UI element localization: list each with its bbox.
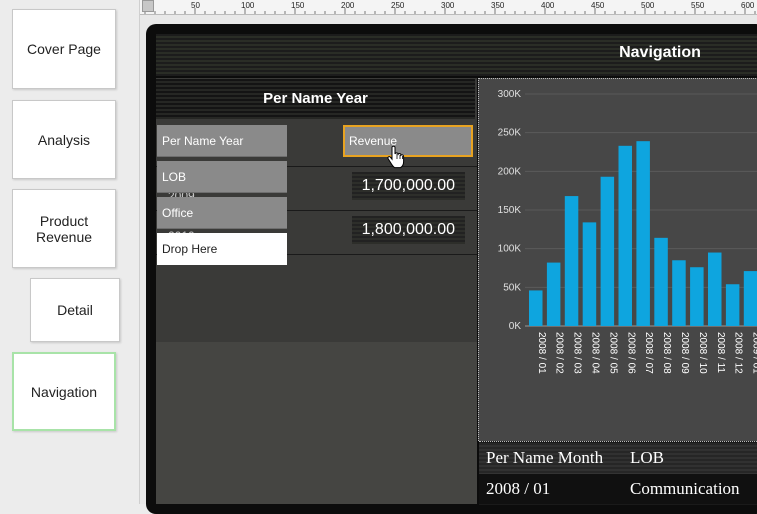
ruler-label: 400 [541, 1, 555, 10]
page-thumb-label: Navigation [30, 383, 98, 400]
page-thumb-detail[interactable]: Detail [30, 278, 120, 342]
x-tick-label: 2008 / 11 [715, 332, 726, 373]
ruler-label: 300 [441, 1, 455, 10]
ruler-label: 550 [691, 1, 705, 10]
page-thumb-navigation[interactable]: Navigation [12, 352, 116, 431]
chart-bar[interactable] [618, 145, 633, 326]
y-tick-label: 50K [503, 282, 521, 293]
x-tick-label: 2008 / 03 [572, 332, 583, 374]
x-tick-label: 2008 / 05 [607, 332, 618, 374]
measure-field-revenue[interactable]: Revenue [343, 125, 473, 157]
chart-bar[interactable] [672, 260, 686, 326]
pivot-value-cell: 1,700,000.00 [352, 172, 465, 200]
ruler-label: 100 [241, 1, 255, 10]
page-thumb-label: Product Revenue [35, 212, 93, 245]
x-tick-label: 2008 / 12 [733, 332, 744, 374]
page-title: Navigation [619, 44, 701, 61]
pivot-title: Per Name Year [263, 90, 368, 107]
y-tick-label: 300K [498, 89, 522, 100]
page-thumb-label: Analysis [37, 131, 91, 148]
y-tick-label: 250K [498, 128, 522, 139]
x-tick-label: 2008 / 10 [697, 332, 708, 374]
table-cell: 2008 / 01 [486, 479, 551, 498]
ruler-label: 150 [291, 1, 305, 10]
horizontal-ruler: 50 100 150 200 250 300 350 400 450 500 550 600 [140, 0, 757, 15]
ruler-label: 200 [341, 1, 355, 10]
x-tick-label: 2009 / 01 [751, 332, 757, 374]
ruler-label: 500 [641, 1, 655, 10]
page-thumb-product-revenue[interactable]: Product Revenue [12, 189, 116, 268]
page-thumb-label: Detail [57, 302, 93, 318]
y-tick-label: 100K [498, 244, 522, 255]
x-tick-label: 2008 / 06 [625, 332, 636, 374]
ruler-ticks: 50 100 150 200 250 300 350 400 450 500 550 600 [144, 1, 756, 14]
chart-bar[interactable] [690, 267, 704, 326]
ruler-origin-marker [142, 0, 154, 12]
chart-bar[interactable] [546, 262, 561, 326]
detail-table: Per Name Month LOB 2008 / 01 Communicati… [479, 441, 757, 505]
chart-bar[interactable] [725, 284, 740, 326]
x-tick-label: 2008 / 07 [643, 332, 654, 374]
ruler-label: 600 [741, 1, 755, 10]
table-header-cell: Per Name Month [486, 448, 604, 467]
table-header-cell: LOB [630, 448, 664, 467]
y-tick-label: 150K [498, 205, 522, 216]
chart-bar[interactable] [708, 252, 722, 326]
page-thumb-cover-page[interactable]: Cover Page [12, 9, 116, 89]
hand-cursor-icon [387, 145, 405, 169]
table-header-row: Per Name Month LOB [479, 443, 757, 473]
chart-bar[interactable] [743, 271, 757, 326]
page-thumb-label: Cover Page [27, 41, 101, 57]
chart-bar[interactable] [582, 222, 597, 326]
revenue-chart-panel: 300K 250K 200K 150K 100K 50K 0K 2008 / 01 2008 /… [478, 78, 757, 441]
page-sidebar: Cover Page Analysis Product Revenue Deta… [0, 0, 140, 504]
chart-bar[interactable] [654, 237, 668, 326]
bar-chart: 300K 250K 200K 150K 100K 50K 0K 2008 / 01 2008 /… [498, 89, 757, 374]
x-tick-label: 2008 / 04 [589, 332, 600, 374]
chart-bar[interactable] [636, 141, 650, 326]
pivot-value-cell: 1,800,000.00 [352, 216, 465, 244]
x-tick-label: 2008 / 08 [661, 332, 672, 374]
ruler-label: 50 [191, 1, 200, 10]
row-field-office[interactable]: Office [157, 197, 287, 229]
x-tick-label: 2008 / 01 [536, 332, 547, 374]
row-field-per-name-year[interactable]: Per Name Year [157, 125, 287, 157]
page-thumb-analysis[interactable]: Analysis [12, 100, 116, 179]
drop-zone[interactable]: Drop Here [157, 233, 287, 265]
chart-bar[interactable] [564, 196, 579, 326]
y-tick-label: 0K [509, 321, 522, 332]
y-tick-label: 200K [498, 166, 522, 177]
table-row[interactable]: 2008 / 01 Communication [479, 473, 757, 504]
x-tick-label: 2008 / 09 [679, 332, 690, 374]
ruler-label: 250 [391, 1, 405, 10]
chart-bar[interactable] [529, 290, 543, 326]
ruler-label: 450 [591, 1, 605, 10]
x-tick-label: 2008 / 02 [554, 332, 565, 374]
table-cell: Communication [630, 479, 740, 498]
chart-bar[interactable] [600, 176, 615, 326]
pivot-empty-area [156, 342, 477, 504]
row-field-lob[interactable]: LOB [157, 161, 287, 193]
ruler-label: 350 [491, 1, 505, 10]
